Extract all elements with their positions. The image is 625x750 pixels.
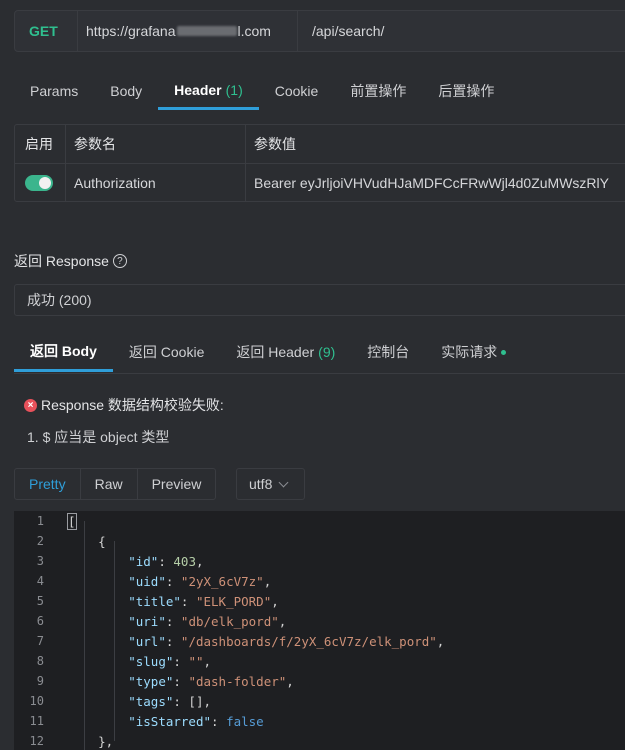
code-text: "id": 403, bbox=[128, 553, 204, 569]
response-title: 返回 Response bbox=[14, 253, 109, 269]
line-number: 9 bbox=[36, 674, 44, 688]
host-input[interactable]: https://grafana l.com bbox=[77, 11, 297, 51]
code-text: [ bbox=[67, 512, 77, 530]
response-section-title: 返回 Response ? bbox=[14, 251, 127, 271]
code-text: "url": "/dashboards/f/2yX_6cV7z/elk_pord… bbox=[128, 633, 445, 649]
column-param-value: 参数值 bbox=[245, 125, 625, 163]
tab-body[interactable]: Body bbox=[94, 72, 158, 110]
tab-label: 返回 Header bbox=[236, 344, 315, 360]
tab-label: 返回 Body bbox=[30, 342, 97, 359]
line-number: 12 bbox=[29, 734, 44, 748]
code-line: 11 "isStarred": false bbox=[14, 711, 625, 731]
status-dot-icon bbox=[501, 349, 507, 355]
chevron-down-icon bbox=[278, 477, 289, 487]
encoding-value: utf8 bbox=[249, 476, 273, 492]
validation-error: × Response 数据结构校验失败: bbox=[24, 395, 224, 415]
preview-button[interactable]: Preview bbox=[136, 469, 216, 499]
header-params-table: 启用 参数名 参数值 Authorization Bearer eyJrljoi… bbox=[14, 124, 625, 202]
code-line: 7 "url": "/dashboards/f/2yX_6cV7z/elk_po… bbox=[14, 631, 625, 651]
code-text: { bbox=[68, 533, 106, 549]
line-number: 6 bbox=[36, 614, 44, 628]
param-value-input[interactable]: Bearer eyJrljoiVHVudHJaMDFCcFRwWjl4d0ZuM… bbox=[245, 164, 625, 201]
code-text: "title": "ELK_PORD", bbox=[128, 593, 279, 609]
redacted-host-segment bbox=[176, 26, 237, 36]
error-x-icon: × bbox=[24, 398, 37, 412]
line-number: 3 bbox=[36, 554, 44, 568]
tab-count: (1) bbox=[225, 81, 243, 98]
tab-label: Header bbox=[174, 81, 222, 98]
code-text: "isStarred": false bbox=[128, 713, 264, 729]
tab-console[interactable]: 控制台 bbox=[351, 332, 425, 372]
question-circle-icon[interactable]: ? bbox=[112, 254, 127, 268]
line-number: 5 bbox=[36, 594, 44, 608]
tab-response-cookie[interactable]: 返回 Cookie bbox=[113, 332, 220, 372]
code-line: 4 "uid": "2yX_6cV7z", bbox=[14, 571, 625, 591]
host-prefix: https://grafana bbox=[86, 23, 176, 39]
code-line: 12 }, bbox=[14, 731, 625, 750]
table-header-row: 启用 参数名 参数值 bbox=[15, 125, 625, 163]
code-text: "tags": [], bbox=[128, 693, 212, 709]
raw-button[interactable]: Raw bbox=[79, 469, 137, 499]
code-text: "type": "dash-folder", bbox=[128, 673, 294, 689]
code-line: 3 "id": 403, bbox=[14, 551, 625, 571]
tab-label: Params bbox=[30, 83, 79, 99]
line-number: 4 bbox=[36, 574, 44, 588]
tab-actual-request[interactable]: 实际请求 bbox=[425, 332, 522, 372]
tab-label: Body bbox=[110, 83, 143, 99]
tab-label: 后置操作 bbox=[438, 83, 495, 99]
code-text: }, bbox=[68, 733, 114, 749]
line-number: 11 bbox=[29, 714, 44, 728]
response-status: 成功 (200) bbox=[14, 284, 625, 316]
line-number: 8 bbox=[36, 654, 44, 668]
encoding-select[interactable]: utf8 bbox=[236, 468, 305, 500]
http-method-select[interactable]: GET bbox=[15, 23, 77, 39]
enabled-toggle[interactable] bbox=[25, 174, 53, 191]
line-number: 7 bbox=[36, 634, 44, 648]
code-text: "slug": "", bbox=[128, 653, 212, 669]
tab-count: (9) bbox=[318, 344, 336, 360]
enabled-cell bbox=[15, 164, 65, 201]
line-number: 1 bbox=[36, 514, 44, 528]
url-bar: GET https://grafana l.com /api/search/ bbox=[14, 10, 625, 52]
tab-response-header[interactable]: 返回 Header (9) bbox=[220, 332, 351, 372]
request-tabs: Params Body Header (1) Cookie 前置操作 后置操作 bbox=[14, 72, 510, 112]
pretty-button[interactable]: Pretty bbox=[15, 469, 80, 499]
tab-pre-actions[interactable]: 前置操作 bbox=[334, 72, 422, 110]
code-line: 5 "title": "ELK_PORD", bbox=[14, 591, 625, 611]
validation-error-text: Response 数据结构校验失败: bbox=[41, 397, 224, 413]
line-number: 2 bbox=[36, 534, 44, 548]
tab-header[interactable]: Header (1) bbox=[158, 72, 259, 110]
tab-label: 控制台 bbox=[367, 344, 410, 360]
table-row: Authorization Bearer eyJrljoiVHVudHJaMDF… bbox=[15, 163, 625, 201]
code-line: 6 "uri": "db/elk_pord", bbox=[14, 611, 625, 631]
tab-label: 返回 Cookie bbox=[128, 344, 205, 360]
tab-label: 前置操作 bbox=[350, 83, 407, 99]
code-line: 10 "tags": [], bbox=[14, 691, 625, 711]
format-toggle-group: Pretty Raw Preview bbox=[14, 468, 217, 500]
response-tabs: 返回 Body 返回 Cookie 返回 Header (9) 控制台 实际请求 bbox=[14, 332, 625, 374]
path-input[interactable]: /api/search/ bbox=[297, 11, 384, 51]
code-line: 9 "type": "dash-folder", bbox=[14, 671, 625, 691]
tab-params[interactable]: Params bbox=[14, 72, 94, 110]
code-lines: 1[2 {3 "id": 403, 4 "uid": "2yX_6cV7z", 5 … bbox=[14, 511, 625, 750]
column-enabled: 启用 bbox=[25, 136, 53, 152]
tab-response-body[interactable]: 返回 Body bbox=[14, 332, 113, 372]
validation-error-item: 1. $ 应当是 object 类型 bbox=[27, 429, 170, 445]
host-suffix: l.com bbox=[237, 23, 271, 39]
response-body-viewer[interactable]: 1[2 {3 "id": 403, 4 "uid": "2yX_6cV7z", 5 … bbox=[14, 511, 625, 750]
code-text: "uid": "2yX_6cV7z", bbox=[128, 573, 272, 589]
tab-cookie[interactable]: Cookie bbox=[259, 72, 335, 110]
line-number: 10 bbox=[29, 694, 44, 708]
code-line: 2 { bbox=[14, 531, 625, 551]
tab-post-actions[interactable]: 后置操作 bbox=[422, 72, 510, 110]
column-param-name: 参数名 bbox=[65, 125, 245, 163]
param-name-input[interactable]: Authorization bbox=[65, 164, 245, 201]
code-line: 8 "slug": "", bbox=[14, 651, 625, 671]
code-line: 1[ bbox=[14, 511, 625, 531]
tab-label: 实际请求 bbox=[441, 344, 498, 360]
code-text: "uri": "db/elk_pord", bbox=[128, 613, 287, 629]
tab-label: Cookie bbox=[274, 83, 319, 99]
